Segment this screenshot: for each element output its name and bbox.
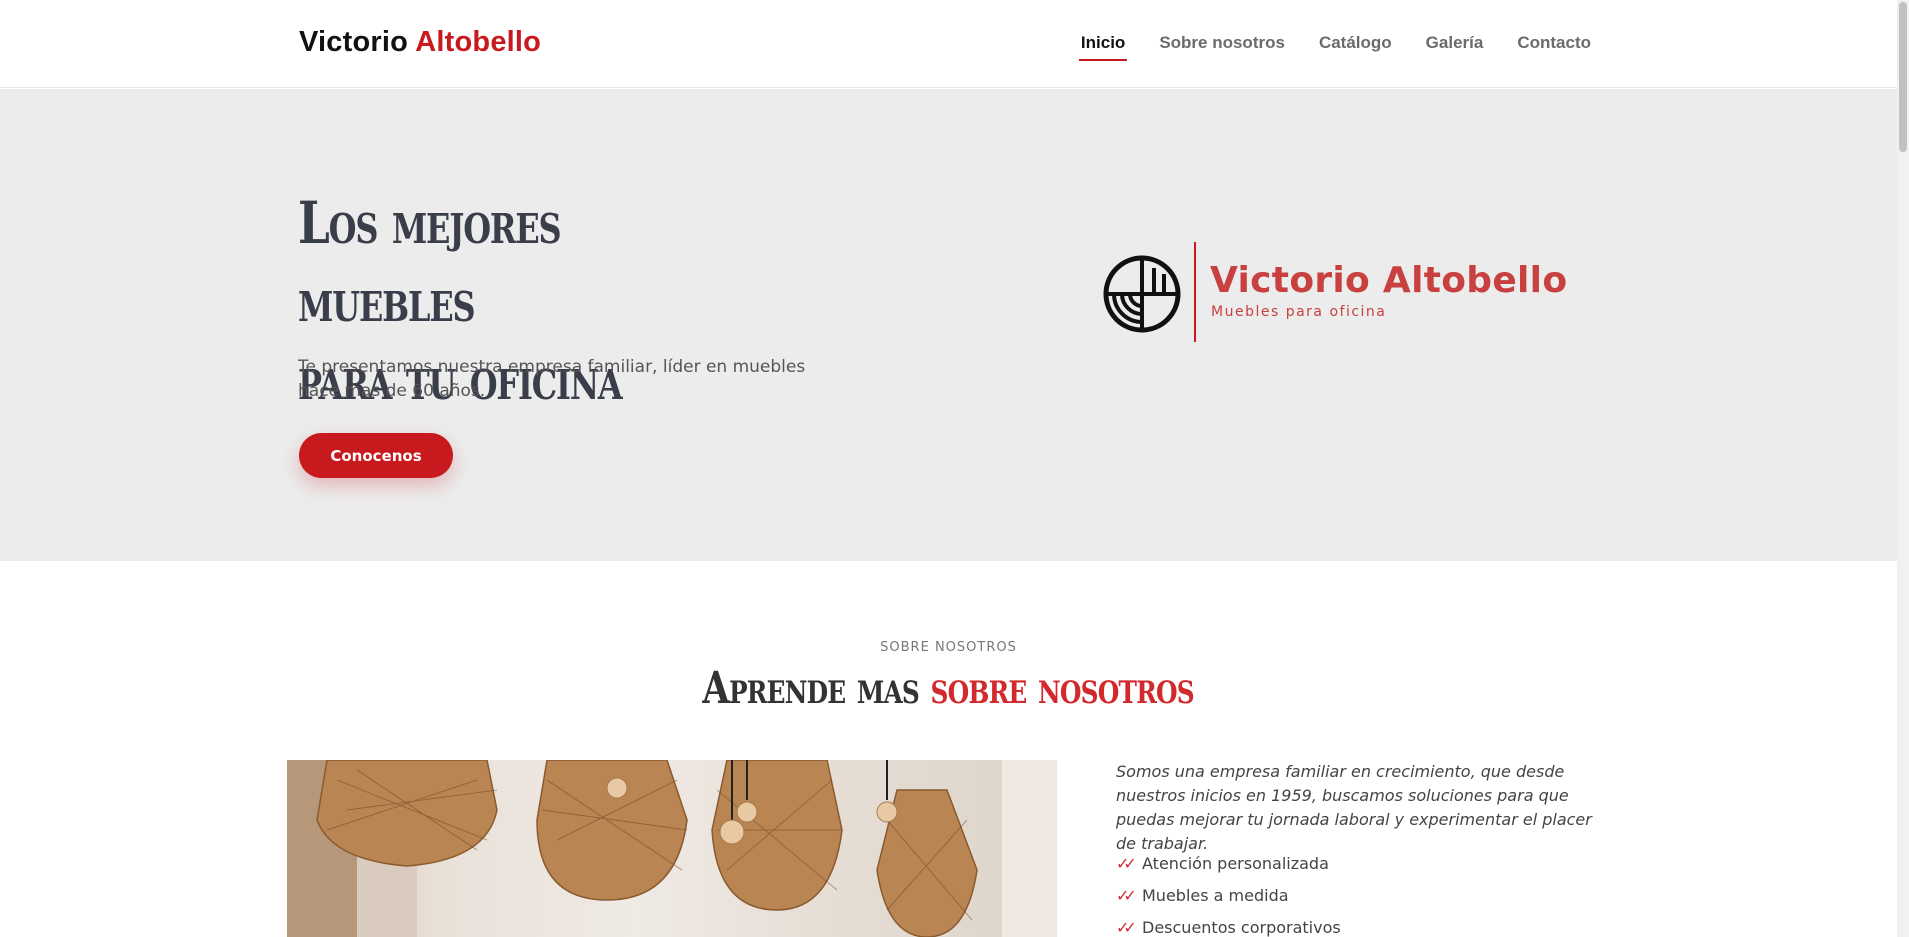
brand-divider (1194, 242, 1196, 342)
nav-item-catalogo[interactable]: Catálogo (1319, 33, 1392, 61)
double-check-icon: ✓✓ (1116, 885, 1137, 905)
brand-logo: Victorio Altobello Muebles para oficina (1102, 242, 1567, 342)
site-logo[interactable]: Victorio Altobello (299, 26, 541, 59)
about-paragraph: Somos una empresa familiar en crecimient… (1116, 762, 1592, 853)
brand-tagline: Muebles para oficina (1211, 304, 1387, 320)
about-title-part1: Aprende mas (702, 663, 920, 714)
hero-section: Los mejores muebles para tu oficina Te p… (0, 89, 1897, 561)
list-item-label: Descuentos corporativos (1142, 917, 1341, 937)
list-item: ✓✓ Atención personalizada (1116, 847, 1341, 879)
hero-title-line-1: Los mejores muebles (298, 189, 562, 335)
logo-first-word: Victorio (299, 26, 409, 58)
list-item-label: Muebles a medida (1142, 885, 1289, 905)
about-features-list: ✓✓ Atención personalizada ✓✓ Muebles a m… (1116, 847, 1341, 937)
double-check-icon: ✓✓ (1116, 917, 1137, 937)
wicker-lamps-illustration (287, 760, 1057, 937)
main-nav: Inicio Sobre nosotros Catálogo Galería C… (1078, 33, 1591, 61)
list-item: ✓✓ Descuentos corporativos (1116, 911, 1341, 937)
list-item: ✓✓ Muebles a medida (1116, 879, 1341, 911)
double-check-icon: ✓✓ (1116, 853, 1137, 873)
brand-emblem-icon (1103, 255, 1181, 333)
about-image-lamps (287, 760, 1057, 937)
hero-description: Te presentamos nuestra empresa familiar,… (298, 357, 806, 401)
list-item-label: Atención personalizada (1142, 853, 1329, 873)
about-title: Aprende mas sobre nosotros (0, 663, 1897, 714)
nav-item-inicio[interactable]: Inicio (1078, 33, 1128, 61)
page-scrollbar[interactable] (1897, 0, 1909, 937)
about-eyebrow: SOBRE NOSOTROS (880, 640, 1017, 655)
nav-item-sobre-nosotros[interactable]: Sobre nosotros (1159, 33, 1285, 61)
conocenos-button[interactable]: Conocenos (299, 433, 453, 478)
scrollbar-thumb[interactable] (1899, 2, 1907, 152)
about-title-part2: sobre nosotros (930, 663, 1195, 714)
logo-second-word: Altobello (415, 26, 542, 58)
site-header: Victorio Altobello Inicio Sobre nosotros… (0, 0, 1897, 88)
nav-item-contacto[interactable]: Contacto (1517, 33, 1591, 61)
brand-name: Victorio Altobello (1210, 260, 1568, 301)
nav-item-galeria[interactable]: Galería (1426, 33, 1484, 61)
